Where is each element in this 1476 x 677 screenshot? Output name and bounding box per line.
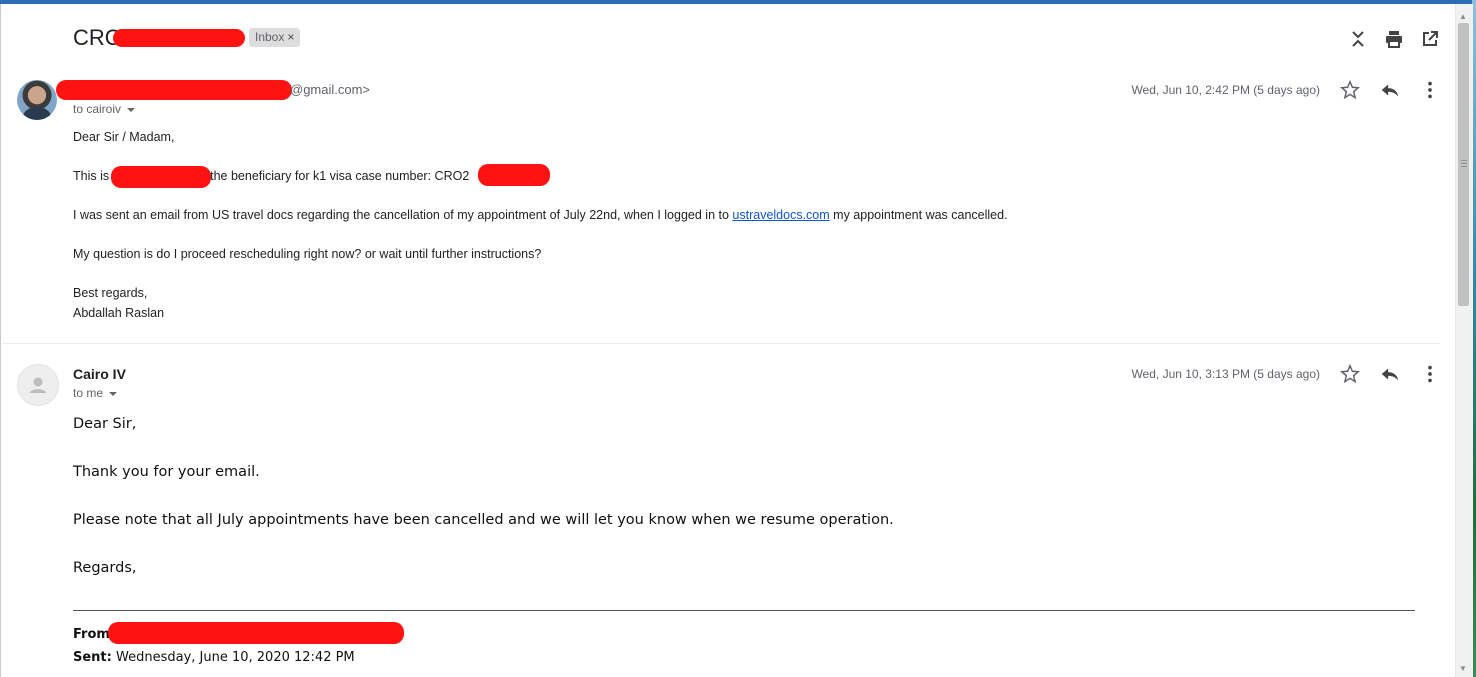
- more-vertical-icon[interactable]: [1419, 79, 1441, 101]
- ustraveldocs-link[interactable]: ustraveldocs.com: [732, 208, 829, 222]
- reply-line: Please note that all July appointments h…: [73, 512, 894, 528]
- message-text: the beneficiary for k1 visa case number:…: [210, 169, 470, 183]
- scroll-up-arrow-icon[interactable]: ▲: [1459, 12, 1467, 21]
- reply-line: Thank you for your email.: [73, 464, 260, 480]
- star-icon[interactable]: [1339, 79, 1361, 101]
- scrollbar-grip-line: [1461, 163, 1467, 164]
- inbox-label-chip[interactable]: Inbox ×: [249, 28, 301, 47]
- recipients-text: to cairoiv: [73, 102, 122, 116]
- message-signature: Abdallah Raslan: [73, 306, 165, 320]
- scroll-down-arrow-icon[interactable]: ▼: [1459, 664, 1467, 673]
- quoted-separator: [73, 610, 1415, 611]
- inbox-label-text: Inbox: [255, 30, 285, 44]
- scrollbar-grip-line: [1461, 166, 1467, 167]
- recipients-toggle[interactable]: to cairoiv: [73, 102, 136, 116]
- chevron-down-icon: [127, 107, 136, 112]
- sender-email: @gmail.com>: [290, 82, 371, 97]
- window-left-border: [0, 4, 1, 677]
- message-line: My question is do I proceed rescheduling…: [73, 247, 542, 261]
- more-vertical-icon[interactable]: [1419, 363, 1441, 385]
- redaction-mark: [56, 80, 292, 100]
- print-icon[interactable]: [1382, 27, 1406, 51]
- open-new-window-icon[interactable]: [1418, 27, 1442, 51]
- message-text: This is: [73, 169, 110, 183]
- redaction-mark: [113, 29, 245, 47]
- window-top-border: [0, 0, 1476, 4]
- message-closing: Best regards,: [73, 286, 148, 300]
- recipients-toggle[interactable]: to me: [73, 386, 118, 400]
- message-line: I was sent an email from US travel docs …: [73, 208, 1008, 222]
- reply-icon[interactable]: [1379, 363, 1401, 385]
- star-icon[interactable]: [1339, 363, 1361, 385]
- quoted-sent-label: Sent:: [73, 650, 112, 665]
- message-text: I was sent an email from US travel docs …: [73, 208, 729, 222]
- quoted-sent-value: Wednesday, June 10, 2020 12:42 PM: [116, 650, 355, 665]
- scrollbar-grip-line: [1461, 160, 1467, 161]
- redaction-mark: [108, 622, 404, 644]
- message-date: Wed, Jun 10, 2:42 PM (5 days ago): [1131, 83, 1320, 97]
- message-greeting: Dear Sir / Madam,: [73, 130, 175, 144]
- recipients-text: to me: [73, 386, 104, 400]
- sender-name[interactable]: Cairo IV: [73, 366, 126, 382]
- reply-icon[interactable]: [1379, 79, 1401, 101]
- message-divider: [2, 343, 1440, 344]
- sender-avatar[interactable]: [17, 80, 57, 120]
- message-text: my appointment was cancelled.: [833, 208, 1008, 222]
- message-date: Wed, Jun 10, 3:13 PM (5 days ago): [1131, 367, 1320, 381]
- reply-closing: Regards,: [73, 560, 137, 576]
- reply-greeting: Dear Sir,: [73, 416, 137, 432]
- default-avatar-icon[interactable]: [17, 364, 59, 406]
- quoted-sent: Sent: Wednesday, June 10, 2020 12:42 PM: [73, 650, 355, 665]
- remove-label-icon[interactable]: ×: [287, 30, 294, 44]
- collapse-all-icon[interactable]: [1346, 27, 1370, 51]
- chevron-down-icon: [109, 391, 118, 396]
- scrollbar-thumb[interactable]: [1458, 23, 1469, 306]
- redaction-mark: [111, 166, 211, 188]
- redaction-mark: [478, 164, 550, 186]
